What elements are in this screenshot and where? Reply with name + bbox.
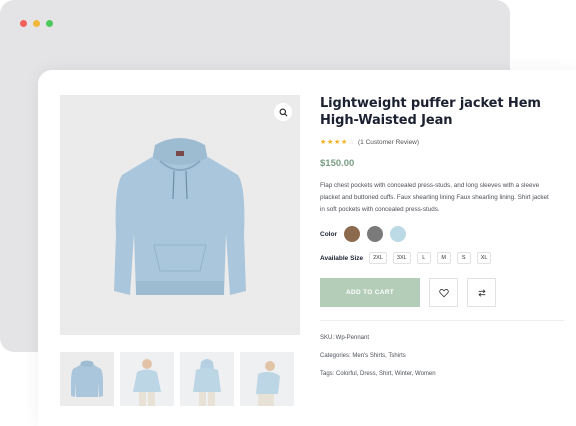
size-label: Available Size [320, 254, 364, 262]
product-description: Flap chest pockets with concealed press-… [320, 182, 549, 213]
size-option-l[interactable]: L [416, 252, 431, 264]
review-count[interactable]: (1 Customer Review) [358, 139, 419, 146]
color-selector: Color [320, 226, 560, 242]
thumbnail-model-back[interactable] [180, 352, 234, 406]
heart-icon [438, 288, 449, 297]
star-icon: ★ [320, 139, 327, 146]
product-sku: SKU: Wp-Pennant [320, 335, 370, 341]
window-controls [20, 20, 53, 27]
size-option-m[interactable]: M [436, 252, 451, 264]
star-rating: ★ ★ ★ ★ ☆ [320, 139, 355, 146]
product-actions: ADD TO CART [320, 278, 560, 307]
add-to-cart-button[interactable]: ADD TO CART [320, 278, 420, 307]
zoom-button[interactable] [274, 103, 292, 121]
compare-arrows-icon [477, 288, 486, 297]
star-outline-icon: ☆ [348, 139, 355, 146]
thumbnail-hoodie-front[interactable] [60, 352, 114, 406]
size-option-2xl[interactable]: 2XL [369, 252, 387, 264]
product-info: Lightweight puffer jacket Hem High-Waist… [320, 95, 560, 307]
thumbnail-gallery [60, 352, 294, 406]
color-label: Color [320, 230, 337, 238]
color-swatch-brown[interactable] [343, 226, 360, 242]
size-option-s[interactable]: S [456, 252, 471, 264]
size-selector: Available Size 2XL 3XL L M S XL [320, 252, 560, 264]
wishlist-button[interactable] [429, 278, 458, 307]
main-product-image[interactable] [60, 95, 300, 335]
minimize-dot[interactable] [33, 20, 40, 27]
star-icon: ★ [334, 139, 341, 146]
compare-button[interactable] [467, 278, 496, 307]
thumbnail-model-front[interactable] [120, 352, 174, 406]
product-price: $150.00 [320, 158, 355, 169]
size-option-xl[interactable]: XL [476, 252, 492, 264]
star-icon: ★ [327, 139, 334, 146]
thumbnail-model-side[interactable] [240, 352, 294, 406]
product-tags: Tags: Colorful, Dress, Shirt, Winter, Wo… [320, 371, 436, 377]
star-icon: ★ [341, 139, 348, 146]
divider [320, 320, 564, 321]
rating: ★ ★ ★ ★ ☆ (1 Customer Review) [320, 139, 560, 146]
search-icon [279, 108, 287, 116]
color-swatch-gray[interactable] [366, 226, 383, 242]
product-categories: Categories: Men's Shirts, Tshirts [320, 353, 406, 359]
close-dot[interactable] [20, 20, 27, 27]
maximize-dot[interactable] [46, 20, 53, 27]
product-title: Lightweight puffer jacket Hem High-Waist… [320, 96, 541, 128]
hoodie-image [114, 138, 246, 295]
size-option-3xl[interactable]: 3XL [392, 252, 411, 264]
color-swatch-light-blue[interactable] [389, 226, 406, 242]
